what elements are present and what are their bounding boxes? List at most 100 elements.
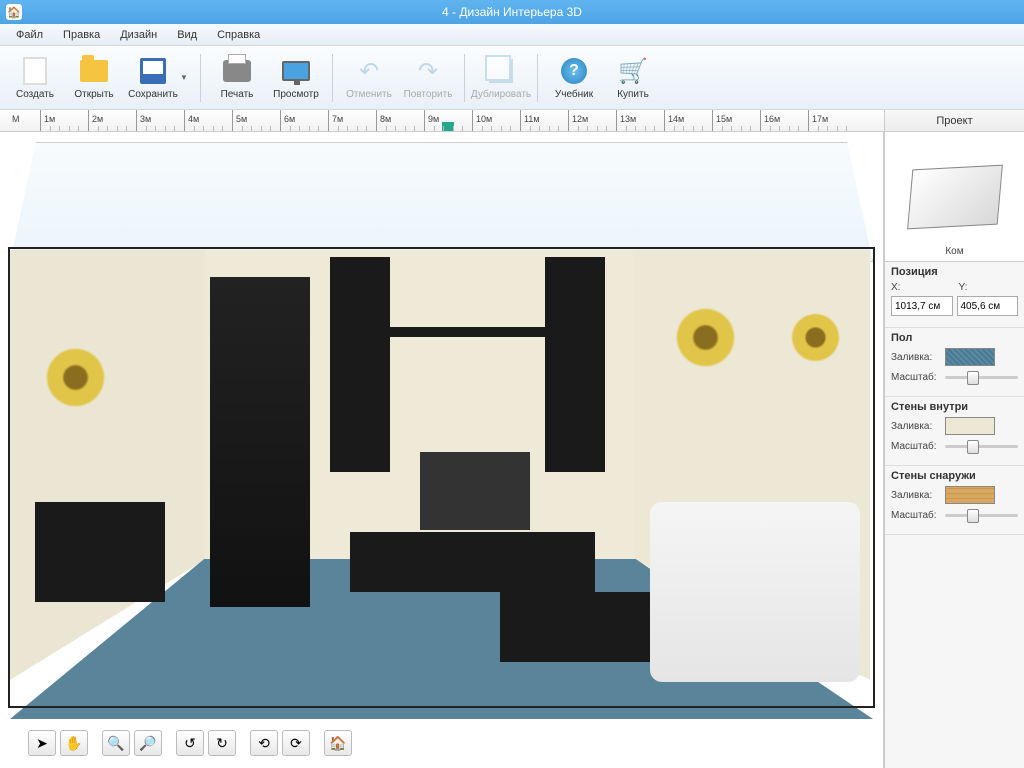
y-label: Y: bbox=[959, 282, 1019, 293]
ruler-tick: 17м bbox=[808, 110, 809, 131]
walls-inside-section: Стены внутри Заливка: Масштаб: bbox=[885, 397, 1024, 466]
tilt-down-button[interactable]: ⟳ bbox=[282, 730, 310, 756]
ruler-unit-label: М bbox=[12, 114, 20, 124]
furniture-tv[interactable] bbox=[420, 452, 530, 530]
furniture-tall-cabinet[interactable] bbox=[210, 277, 310, 607]
separator bbox=[332, 54, 333, 102]
separator bbox=[537, 54, 538, 102]
properties-panel: Ком Позиция X: Y: 1013,7 см 405,6 см Пол… bbox=[884, 132, 1024, 768]
furniture-wall-unit[interactable] bbox=[330, 257, 390, 472]
object-preview: Ком bbox=[885, 132, 1024, 262]
zoom-in-button[interactable]: 🔎 bbox=[134, 730, 162, 756]
redo-icon: ↷ bbox=[412, 55, 444, 87]
menu-design[interactable]: Дизайн bbox=[110, 26, 167, 44]
tilt-icon: ⟳ bbox=[290, 735, 302, 752]
furniture-shelf[interactable] bbox=[390, 327, 545, 337]
undo-button[interactable]: ↶ Отменить bbox=[340, 50, 398, 106]
walls-outside-section: Стены снаружи Заливка: Масштаб: bbox=[885, 466, 1024, 535]
x-label: X: bbox=[891, 282, 951, 293]
orbit-right-button[interactable]: ↻ bbox=[208, 730, 236, 756]
ruler-tick: 12м bbox=[568, 110, 569, 131]
home-view-button[interactable]: 🏠 bbox=[324, 730, 352, 756]
zoom-in-icon: 🔎 bbox=[139, 735, 156, 752]
printer-icon bbox=[221, 55, 253, 87]
section-title-walls-out: Стены снаружи bbox=[891, 470, 1018, 482]
section-title-walls-in: Стены внутри bbox=[891, 401, 1018, 413]
redo-button[interactable]: ↷ Повторить bbox=[399, 50, 457, 106]
orbit-icon: ↺ bbox=[184, 735, 196, 752]
furniture-wall-unit[interactable] bbox=[545, 257, 605, 472]
floor-fill-swatch[interactable] bbox=[945, 348, 995, 366]
tab-project[interactable]: Проект bbox=[884, 110, 1024, 131]
orbit-icon: ↻ bbox=[216, 735, 228, 752]
save-disk-icon bbox=[137, 55, 169, 87]
ruler-tick: 9м bbox=[424, 110, 425, 131]
toolbar: Создать Открыть Сохранить ▼ Печать Просм… bbox=[0, 46, 1024, 110]
preview-shape bbox=[907, 164, 1003, 229]
ruler-tick: 15м bbox=[712, 110, 713, 131]
save-button[interactable]: Сохранить bbox=[124, 50, 182, 106]
ruler-tick: 10м bbox=[472, 110, 473, 131]
cursor-icon: ➤ bbox=[36, 735, 48, 752]
undo-icon: ↶ bbox=[353, 55, 385, 87]
ruler-tick: 6м bbox=[280, 110, 281, 131]
open-button[interactable]: Открыть bbox=[65, 50, 123, 106]
menu-file[interactable]: Файл bbox=[6, 26, 53, 44]
tilt-up-button[interactable]: ⟲ bbox=[250, 730, 278, 756]
ruler-tick: 14м bbox=[664, 110, 665, 131]
walls-out-scale-slider[interactable] bbox=[945, 507, 1018, 523]
preview-button[interactable]: Просмотр bbox=[267, 50, 325, 106]
fill-label: Заливка: bbox=[891, 490, 941, 501]
scale-label: Масштаб: bbox=[891, 510, 941, 521]
ruler-tick: 3м bbox=[136, 110, 137, 131]
buy-button[interactable]: 🛒 Купить bbox=[604, 50, 662, 106]
ruler-row: М 1м2м3м4м5м6м7м8м9м10м11м12м13м14м15м16… bbox=[0, 110, 1024, 132]
ruler-tick: 4м bbox=[184, 110, 185, 131]
furniture-sofa[interactable] bbox=[650, 502, 860, 682]
tilt-icon: ⟲ bbox=[258, 735, 270, 752]
duplicate-button[interactable]: Дублировать bbox=[472, 50, 530, 106]
section-title-position: Позиция bbox=[891, 266, 1018, 278]
window-title: 4 - Дизайн Интерьера 3D bbox=[442, 5, 582, 19]
section-title-floor: Пол bbox=[891, 332, 1018, 344]
room-scene bbox=[10, 142, 873, 718]
scale-label: Масштаб: bbox=[891, 441, 941, 452]
open-folder-icon bbox=[78, 55, 110, 87]
viewport-toolbar: ➤ ✋ 🔍 🔎 ↺ ↻ ⟲ ⟳ 🏠 bbox=[28, 730, 352, 756]
x-input[interactable]: 1013,7 см bbox=[891, 296, 953, 316]
new-button[interactable]: Создать bbox=[6, 50, 64, 106]
ruler-tick: 7м bbox=[328, 110, 329, 131]
wall-decor-flower bbox=[20, 322, 130, 432]
y-input[interactable]: 405,6 см bbox=[957, 296, 1019, 316]
cart-icon: 🛒 bbox=[617, 55, 649, 87]
menu-view[interactable]: Вид bbox=[167, 26, 207, 44]
fill-label: Заливка: bbox=[891, 352, 941, 363]
position-section: Позиция X: Y: 1013,7 см 405,6 см bbox=[885, 262, 1024, 328]
select-tool[interactable]: ➤ bbox=[28, 730, 56, 756]
menu-edit[interactable]: Правка bbox=[53, 26, 110, 44]
preview-label: Ком bbox=[945, 246, 963, 257]
horizontal-ruler[interactable]: М 1м2м3м4м5м6м7м8м9м10м11м12м13м14м15м16… bbox=[0, 110, 884, 131]
main-area: ➤ ✋ 🔍 🔎 ↺ ↻ ⟲ ⟳ 🏠 Ком Позиция X: Y: bbox=[0, 132, 1024, 768]
ruler-tick: 2м bbox=[88, 110, 89, 131]
walls-in-scale-slider[interactable] bbox=[945, 438, 1018, 454]
3d-viewport[interactable]: ➤ ✋ 🔍 🔎 ↺ ↻ ⟲ ⟳ 🏠 bbox=[0, 132, 884, 768]
pan-tool[interactable]: ✋ bbox=[60, 730, 88, 756]
fill-label: Заливка: bbox=[891, 421, 941, 432]
ceiling bbox=[10, 142, 873, 262]
furniture-console[interactable] bbox=[35, 502, 165, 602]
walls-in-fill-swatch[interactable] bbox=[945, 417, 995, 435]
zoom-out-button[interactable]: 🔍 bbox=[102, 730, 130, 756]
orbit-left-button[interactable]: ↺ bbox=[176, 730, 204, 756]
separator bbox=[200, 54, 201, 102]
tutorial-button[interactable]: ? Учебник bbox=[545, 50, 603, 106]
save-dropdown[interactable]: ▼ bbox=[179, 73, 189, 82]
monitor-icon bbox=[280, 55, 312, 87]
ruler-tick: 11м bbox=[520, 110, 521, 131]
floor-scale-slider[interactable] bbox=[945, 369, 1018, 385]
zoom-out-icon: 🔍 bbox=[107, 735, 124, 752]
print-button[interactable]: Печать bbox=[208, 50, 266, 106]
furniture-tv-stand[interactable] bbox=[350, 532, 595, 592]
walls-out-fill-swatch[interactable] bbox=[945, 486, 995, 504]
menu-help[interactable]: Справка bbox=[207, 26, 270, 44]
